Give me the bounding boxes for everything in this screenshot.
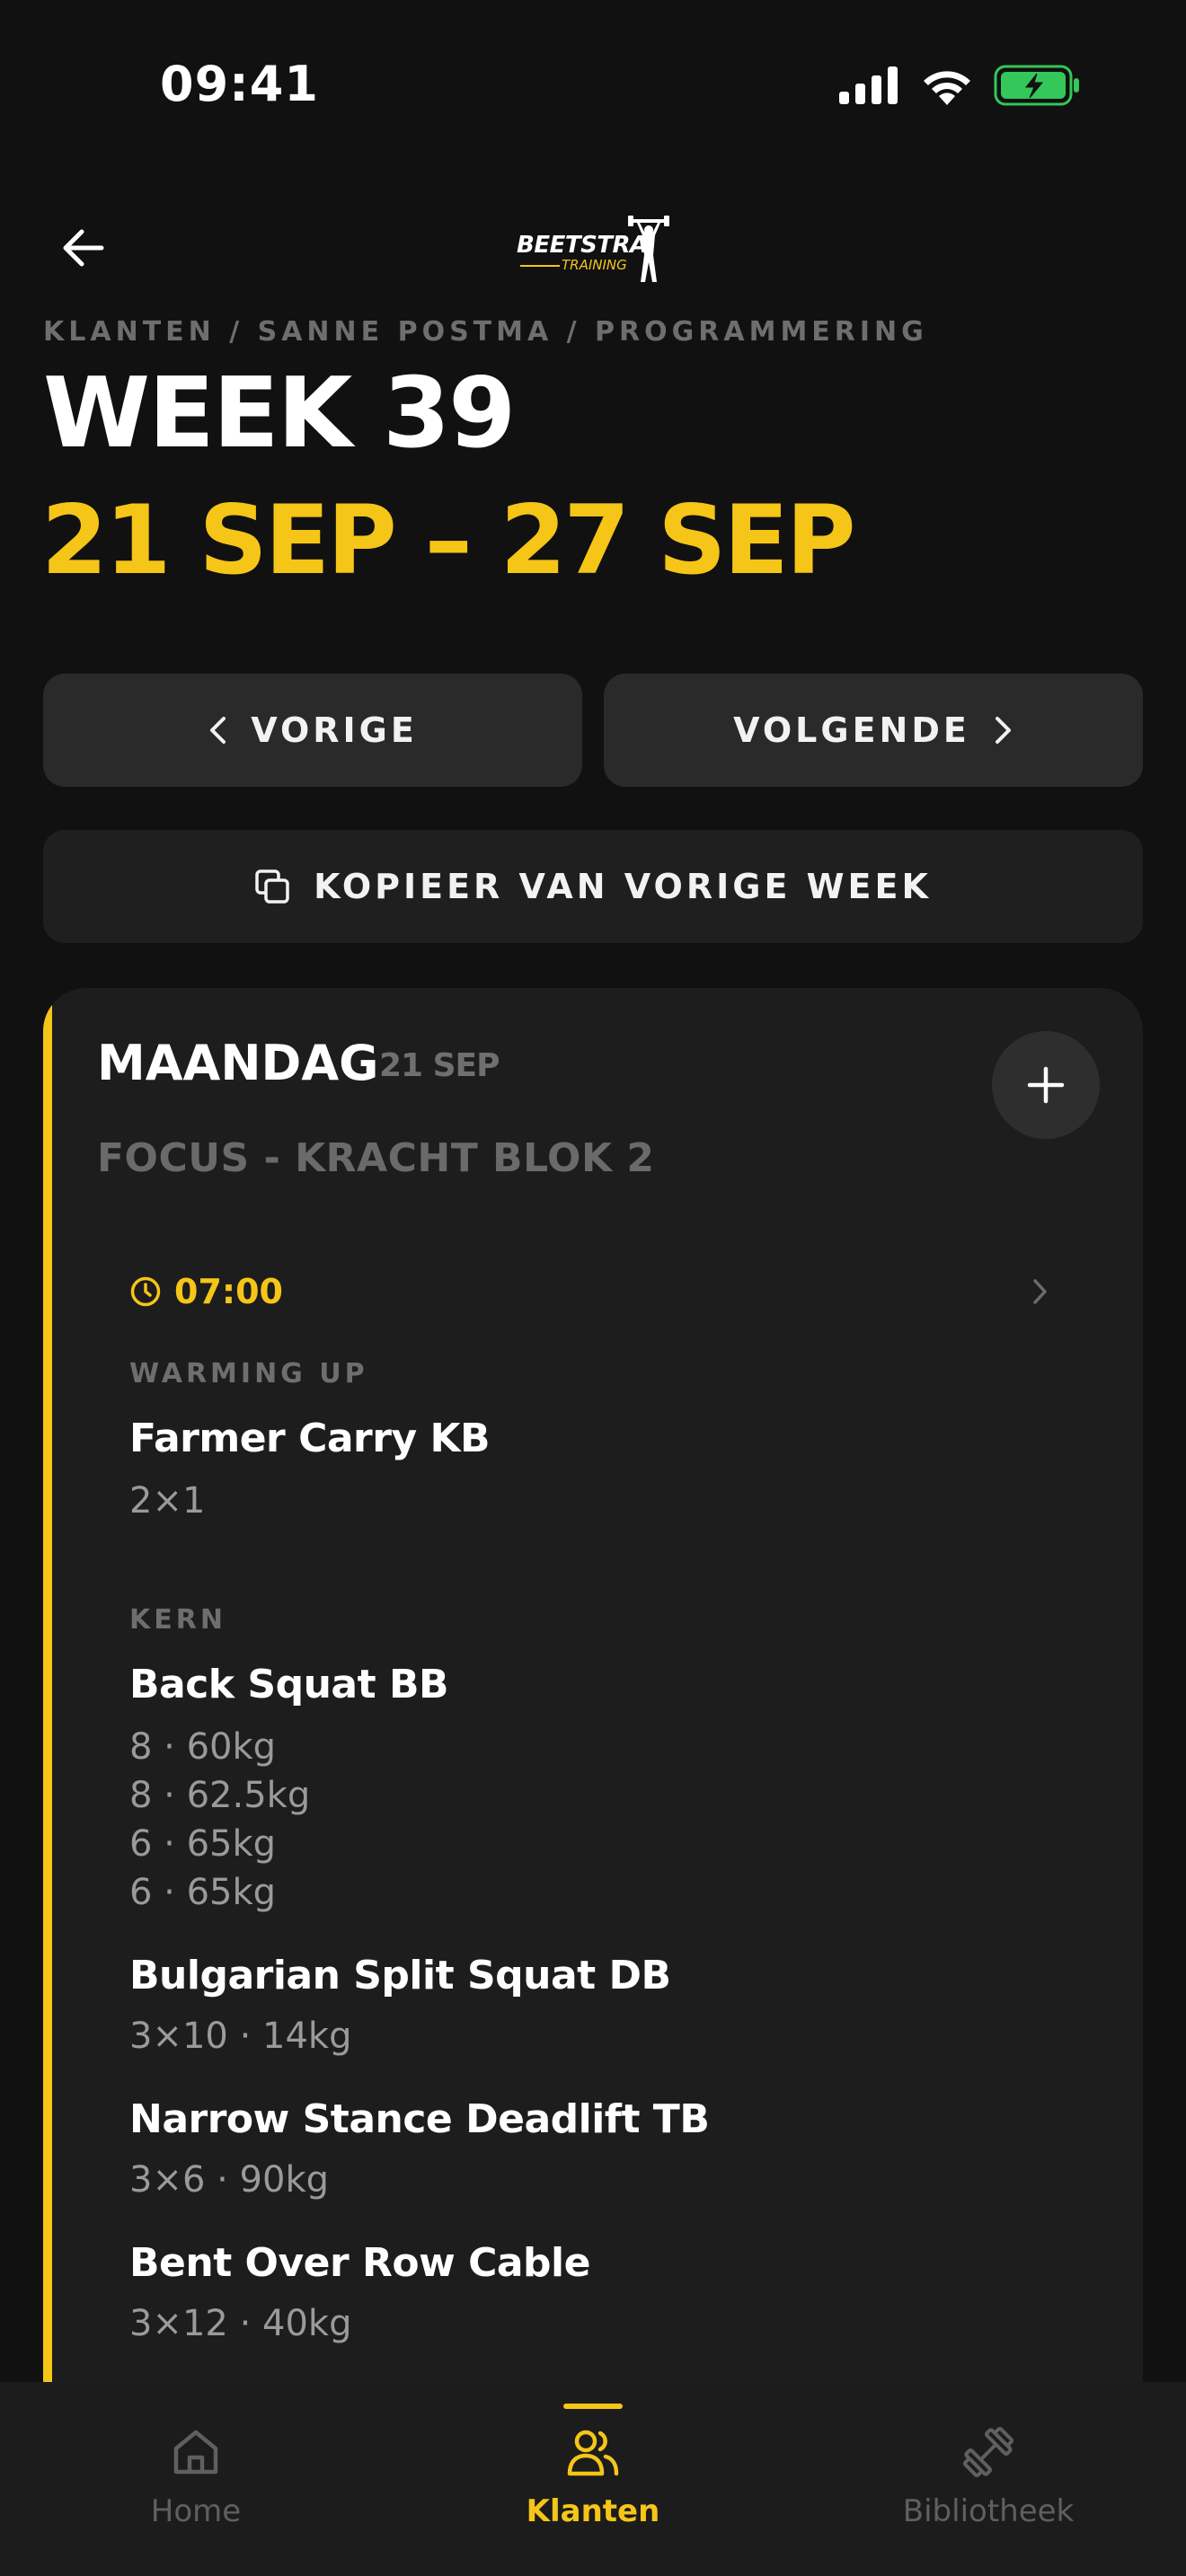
tab-bibliotheek[interactable]: Bibliotheek: [854, 2382, 1123, 2576]
add-session-button[interactable]: [992, 1031, 1100, 1139]
exercise-name: Back Squat BB: [129, 1662, 449, 1707]
exercise-name: Bent Over Row Cable: [129, 2240, 590, 2286]
logo-sub: TRAINING: [562, 257, 627, 273]
brand-logo: BEETSTRA TRAINING: [517, 216, 669, 284]
users-icon: [564, 2423, 622, 2481]
previous-week-label: VORIGE: [251, 710, 418, 750]
exercise-name: Farmer Carry KB: [129, 1416, 491, 1461]
signal-icon: [839, 66, 900, 108]
arrow-left-icon: [63, 229, 104, 267]
exercise-detail: 6 · 65kg: [129, 1823, 277, 1865]
day-card-accent: [43, 988, 52, 2515]
exercise-detail: 6 · 65kg: [129, 1872, 277, 1913]
open-session-chevron[interactable]: [1031, 1277, 1049, 1310]
day-name: MAANDAG: [97, 1035, 379, 1091]
date-range: 21 SEP – 27 SEP: [41, 485, 856, 595]
exercise-detail: 3×12 · 40kg: [129, 2303, 352, 2344]
copy-icon: [255, 869, 289, 904]
plus-icon: [1027, 1066, 1065, 1104]
dumbbell-icon: [960, 2423, 1017, 2481]
status-icons: [839, 65, 1080, 110]
logo-line: [520, 265, 560, 267]
previous-week-button[interactable]: VORIGE: [43, 674, 582, 787]
tab-klanten-label: Klanten: [526, 2493, 660, 2529]
weightlifter-icon: [628, 216, 669, 282]
next-week-button[interactable]: VOLGENDE: [604, 674, 1143, 787]
exercise-detail: 8 · 62.5kg: [129, 1775, 311, 1816]
exercise-detail: 8 · 60kg: [129, 1726, 277, 1768]
next-week-label: VOLGENDE: [733, 710, 970, 750]
home-icon: [167, 2423, 225, 2481]
exercise-detail: 2×1: [129, 1480, 206, 1522]
status-time: 09:41: [160, 56, 319, 112]
bottom-tab-bar: Home Klanten Bibliotheek: [0, 2382, 1186, 2576]
section-label-kern: KERN: [129, 1604, 226, 1636]
exercise-name: Narrow Stance Deadlift TB: [129, 2096, 710, 2142]
session-time: 07:00: [174, 1272, 283, 1311]
exercise-name: Bulgarian Split Squat DB: [129, 1953, 671, 1998]
day-focus: FOCUS - KRACHT BLOK 2: [97, 1135, 655, 1181]
exercise-detail: 3×10 · 14kg: [129, 2016, 352, 2057]
exercise-detail: 3×6 · 90kg: [129, 2159, 330, 2201]
day-card: MAANDAG 21 SEP FOCUS - KRACHT BLOK 2 07:…: [43, 988, 1143, 2515]
tab-bibliotheek-label: Bibliotheek: [902, 2493, 1075, 2529]
status-bar: 09:41: [0, 0, 1186, 171]
wifi-icon: [920, 66, 974, 109]
session-header[interactable]: 07:00: [129, 1272, 283, 1311]
battery-icon: [994, 65, 1080, 110]
active-tab-indicator: [563, 2404, 623, 2409]
copy-previous-week-button[interactable]: KOPIEER VAN VORIGE WEEK: [43, 830, 1143, 943]
chevron-left-icon: [210, 717, 226, 744]
tab-home-label: Home: [150, 2493, 242, 2529]
section-label-warming-up: WARMING UP: [129, 1358, 368, 1389]
tab-klanten[interactable]: Klanten: [458, 2382, 728, 2576]
back-button[interactable]: [52, 217, 113, 278]
breadcrumb: KLANTEN / SANNE POSTMA / PROGRAMMERING: [43, 316, 928, 348]
clock-icon: [130, 1276, 161, 1307]
chevron-right-icon: [1033, 1279, 1047, 1304]
copy-previous-week-label: KOPIEER VAN VORIGE WEEK: [314, 867, 932, 906]
tab-home[interactable]: Home: [61, 2382, 331, 2576]
day-date: 21 SEP: [379, 1047, 500, 1084]
page-title: WEEK 39: [43, 357, 516, 470]
chevron-right-icon: [995, 717, 1011, 744]
